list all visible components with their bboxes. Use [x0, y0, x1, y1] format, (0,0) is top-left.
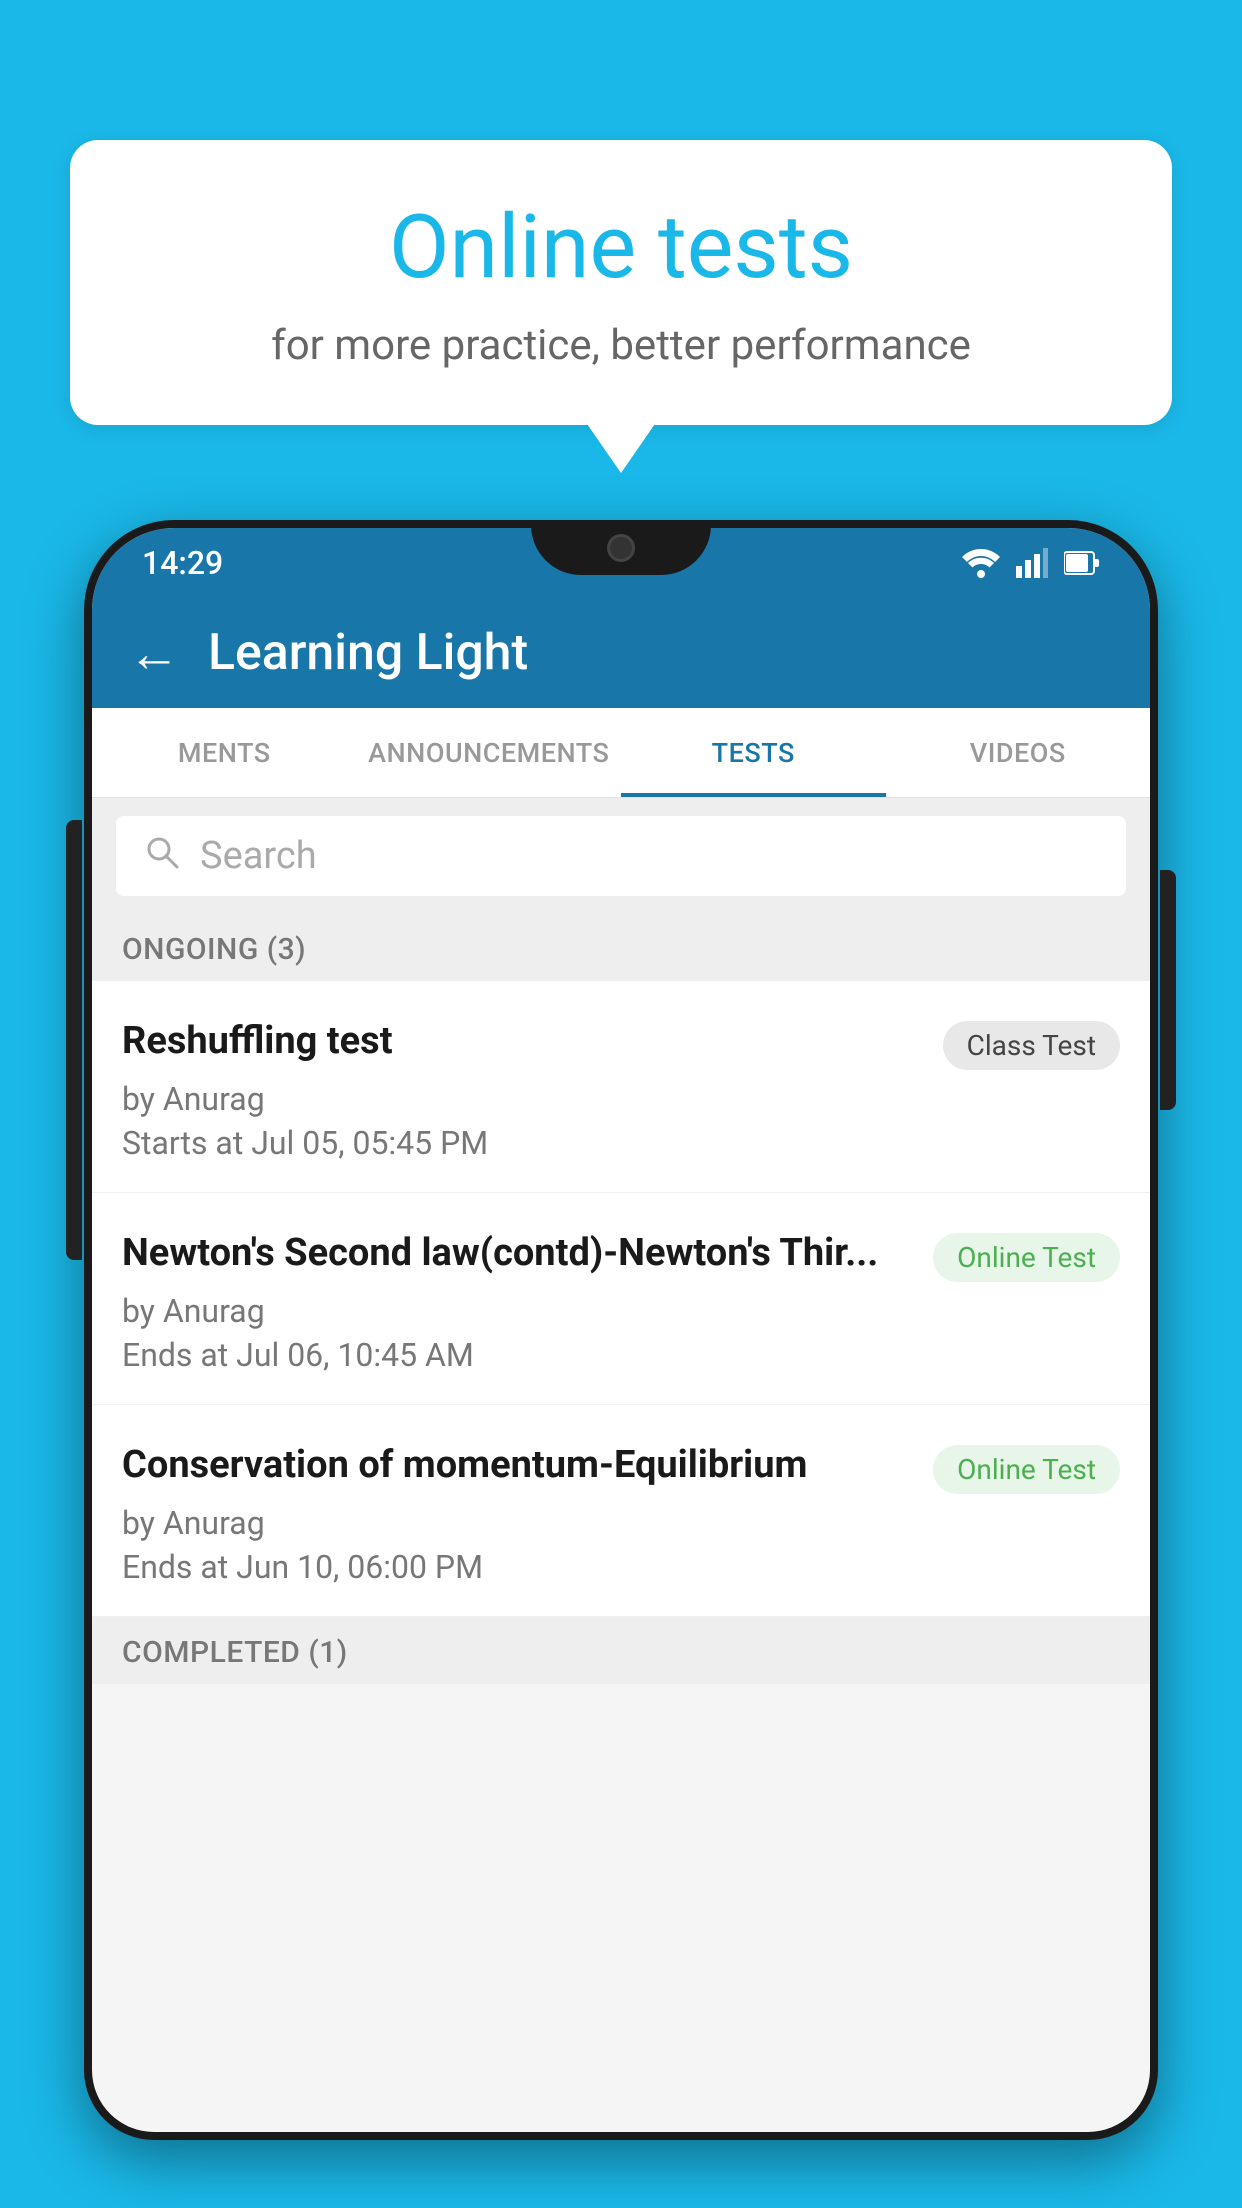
test-item-top: Reshuffling test Class Test	[122, 1017, 1120, 1070]
test-author: by Anurag	[122, 1292, 1120, 1330]
speech-bubble: Online tests for more practice, better p…	[70, 140, 1172, 425]
wifi-icon	[962, 548, 1000, 578]
test-name: Newton's Second law(contd)-Newton's Thir…	[122, 1229, 917, 1278]
phone-frame: 14:29	[84, 520, 1158, 2140]
test-date: Ends at Jun 10, 06:00 PM	[122, 1548, 1120, 1586]
test-author: by Anurag	[122, 1080, 1120, 1118]
completed-label: COMPLETED (1)	[122, 1635, 348, 1670]
test-date: Starts at Jul 05, 05:45 PM	[122, 1124, 1120, 1162]
search-icon	[144, 833, 180, 880]
tests-list: Reshuffling test Class Test by Anurag St…	[92, 981, 1150, 1617]
camera	[607, 534, 635, 562]
promo-section: Online tests for more practice, better p…	[70, 140, 1172, 425]
test-item-top: Conservation of momentum-Equilibrium Onl…	[122, 1441, 1120, 1494]
signal-icon	[1016, 548, 1048, 578]
test-date-value: Jul 06, 10:45 AM	[236, 1336, 474, 1374]
tab-bar: MENTS ANNOUNCEMENTS TESTS VIDEOS	[92, 708, 1150, 798]
test-badge-class: Class Test	[943, 1021, 1120, 1070]
status-time: 14:29	[142, 544, 223, 582]
test-name: Reshuffling test	[122, 1017, 927, 1066]
test-date-label: Ends at	[122, 1548, 228, 1586]
phone-notch	[531, 520, 711, 575]
status-icons	[962, 548, 1100, 578]
search-placeholder: Search	[200, 834, 317, 878]
ongoing-section-header: ONGOING (3)	[92, 914, 1150, 981]
test-date: Ends at Jul 06, 10:45 AM	[122, 1336, 1120, 1374]
back-button[interactable]: ←	[128, 623, 180, 684]
test-item[interactable]: Reshuffling test Class Test by Anurag St…	[92, 981, 1150, 1193]
phone-screen: 14:29	[92, 528, 1150, 2132]
app-bar: ← Learning Light	[92, 598, 1150, 708]
bubble-title: Online tests	[140, 200, 1102, 297]
test-item-top: Newton's Second law(contd)-Newton's Thir…	[122, 1229, 1120, 1282]
tab-videos[interactable]: VIDEOS	[886, 708, 1151, 797]
test-date-value: Jun 10, 06:00 PM	[236, 1548, 483, 1586]
app-title: Learning Light	[208, 624, 528, 682]
completed-section-header: COMPLETED (1)	[92, 1617, 1150, 1684]
test-badge-online: Online Test	[933, 1445, 1120, 1494]
search-bar[interactable]: Search	[116, 816, 1126, 896]
ongoing-label: ONGOING (3)	[122, 932, 306, 967]
test-date-label: Starts at	[122, 1124, 243, 1162]
phone-mockup: 14:29	[84, 520, 1158, 2208]
test-badge-online: Online Test	[933, 1233, 1120, 1282]
test-item[interactable]: Conservation of momentum-Equilibrium Onl…	[92, 1405, 1150, 1617]
tab-ments[interactable]: MENTS	[92, 708, 357, 797]
tab-announcements[interactable]: ANNOUNCEMENTS	[357, 708, 622, 797]
test-item[interactable]: Newton's Second law(contd)-Newton's Thir…	[92, 1193, 1150, 1405]
search-section: Search	[92, 798, 1150, 914]
test-name: Conservation of momentum-Equilibrium	[122, 1441, 917, 1490]
test-date-label: Ends at	[122, 1336, 228, 1374]
test-date-value: Jul 05, 05:45 PM	[251, 1124, 488, 1162]
bubble-subtitle: for more practice, better performance	[140, 321, 1102, 370]
tab-tests[interactable]: TESTS	[621, 708, 886, 797]
battery-icon	[1064, 549, 1100, 577]
test-author: by Anurag	[122, 1504, 1120, 1542]
